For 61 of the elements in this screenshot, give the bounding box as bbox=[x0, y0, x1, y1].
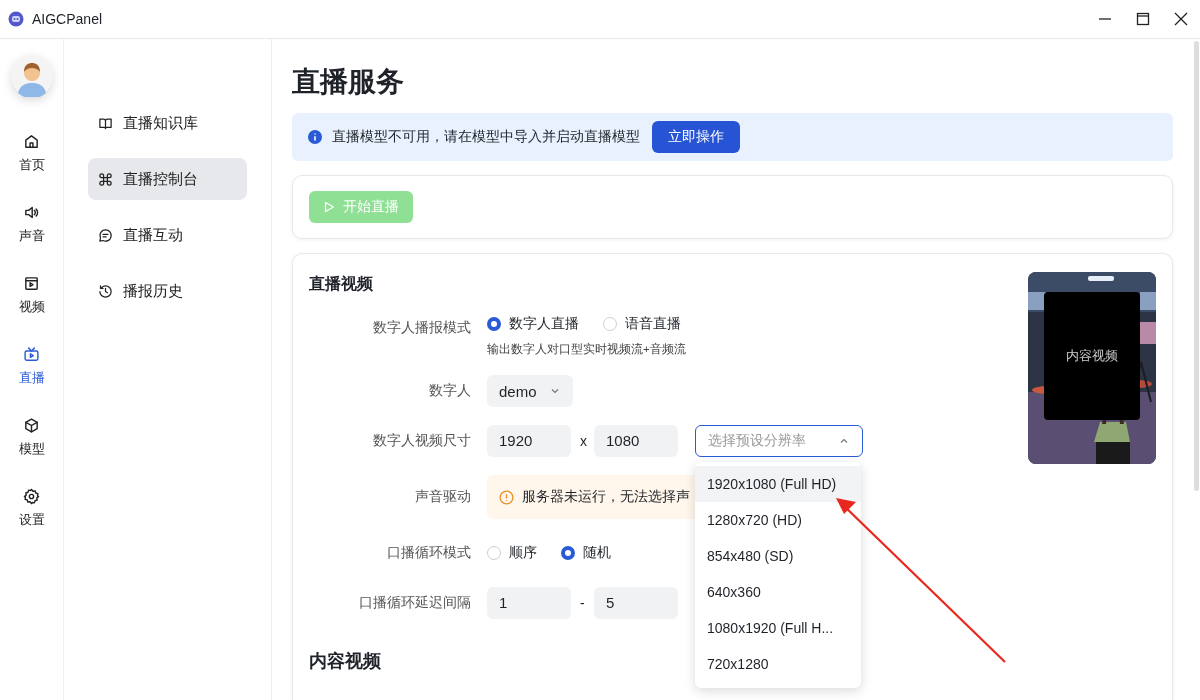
scrollbar[interactable] bbox=[1193, 41, 1199, 491]
height-field[interactable]: 1080 bbox=[594, 425, 678, 457]
nav-item[interactable]: 声音 bbox=[7, 192, 56, 256]
dropdown-option[interactable]: 640x360 bbox=[695, 574, 861, 610]
preview-caption: 内容视频 bbox=[1066, 347, 1118, 365]
separator-text: - bbox=[580, 595, 585, 611]
separator-text: x bbox=[580, 433, 585, 449]
field-label: 声音驱动 bbox=[415, 489, 471, 504]
warning-icon bbox=[499, 489, 514, 505]
avatar-select[interactable]: demo bbox=[487, 375, 573, 407]
radio-label: 数字人直播 bbox=[509, 315, 579, 333]
avatar[interactable] bbox=[10, 55, 53, 97]
nav-item[interactable]: 首页 bbox=[7, 121, 56, 185]
alert-message: 直播模型不可用，请在模型中导入并启动直播模型 bbox=[332, 128, 640, 146]
maximize-icon[interactable] bbox=[1136, 12, 1150, 26]
submenu-item[interactable]: 直播知识库 bbox=[88, 102, 247, 144]
radio-button[interactable] bbox=[487, 317, 501, 331]
action-button[interactable]: 立即操作 bbox=[652, 121, 740, 153]
radio-label: 顺序 bbox=[509, 544, 537, 562]
settings-icon bbox=[23, 487, 40, 505]
hint-text: 输出数字人对口型实时视频流+音频流 bbox=[487, 342, 687, 357]
tv-icon bbox=[23, 345, 40, 363]
nav-item[interactable]: 直播 bbox=[7, 334, 56, 398]
radio-label: 语音直播 bbox=[625, 315, 681, 333]
submenu-item[interactable]: 播报历史 bbox=[88, 270, 247, 312]
nav-item[interactable]: 视频 bbox=[7, 263, 56, 327]
dropdown-option[interactable]: 1920x1080 (Full HD) bbox=[695, 466, 861, 502]
section-title: 直播视频 bbox=[309, 274, 374, 294]
app-logo-icon bbox=[8, 11, 24, 27]
history-icon bbox=[98, 283, 113, 299]
page-title: 直播服务 bbox=[292, 65, 405, 99]
video-icon bbox=[23, 274, 40, 292]
play-icon bbox=[323, 201, 335, 213]
window-title: AIGCPanel bbox=[32, 11, 104, 27]
home-icon bbox=[23, 132, 40, 150]
max-delay-field[interactable]: 5 bbox=[594, 587, 678, 619]
field-label: 口播循环模式 bbox=[387, 545, 471, 560]
nav-item[interactable]: 模型 bbox=[7, 405, 56, 469]
section-title: 内容视频 bbox=[309, 650, 381, 673]
radio-label: 随机 bbox=[583, 544, 611, 562]
dropdown-option[interactable]: 854x480 (SD) bbox=[695, 538, 861, 574]
field-label: 口播循环延迟间隔 bbox=[359, 595, 471, 610]
dropdown-option[interactable]: 1080x1920 (Full H... bbox=[695, 610, 861, 646]
command-icon bbox=[98, 171, 113, 187]
submenu-item[interactable]: 直播控制台 bbox=[88, 158, 247, 200]
min-delay-field[interactable]: 1 bbox=[487, 587, 571, 619]
field-label: 数字人 bbox=[429, 383, 471, 398]
close-icon[interactable] bbox=[1174, 12, 1188, 26]
dropdown-option[interactable]: 720x1280 bbox=[695, 646, 861, 682]
info-icon bbox=[308, 130, 322, 144]
submenu-item[interactable]: 直播互动 bbox=[88, 214, 247, 256]
field-label: 数字人视频尺寸 bbox=[373, 433, 471, 448]
radio-button[interactable] bbox=[561, 546, 575, 560]
warning-text: 服务器未运行，无法选择声 bbox=[522, 488, 690, 506]
field-label: 数字人播报模式 bbox=[373, 320, 471, 335]
book-icon bbox=[98, 115, 113, 131]
nav-item[interactable]: 设置 bbox=[7, 476, 56, 540]
dropdown-option[interactable]: 1280x720 (HD) bbox=[695, 502, 861, 538]
cube-icon bbox=[23, 416, 40, 434]
width-field[interactable]: 1920 bbox=[487, 425, 571, 457]
chat-icon bbox=[98, 227, 113, 243]
